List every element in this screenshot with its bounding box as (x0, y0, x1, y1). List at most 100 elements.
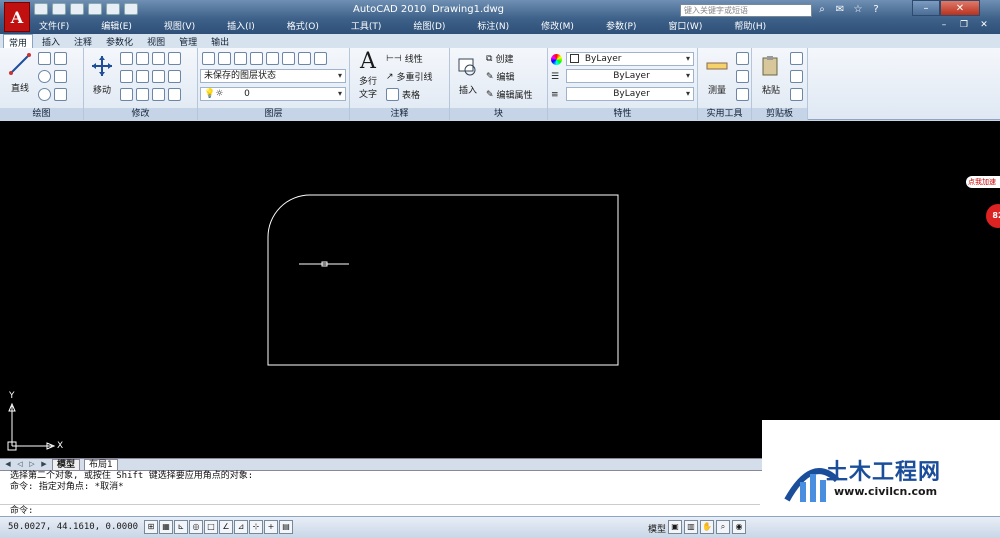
quick-view-layouts-icon[interactable]: ▣ (668, 520, 682, 534)
measure-button[interactable]: 测量 (702, 54, 732, 96)
menu-file[interactable]: 文件(F) (34, 19, 74, 32)
menu-modify[interactable]: 修改(M) (536, 19, 579, 32)
color-dropdown[interactable]: ByLayer (566, 52, 694, 66)
mirror-icon[interactable] (136, 70, 149, 83)
binoculars-icon[interactable]: ⌕ (815, 3, 829, 16)
menu-window[interactable]: 窗口(W) (663, 19, 707, 32)
tab-output[interactable]: 输出 (206, 34, 234, 48)
ducs-icon[interactable]: ⊿ (234, 520, 248, 534)
match-properties-icon[interactable] (790, 88, 803, 101)
menu-tools[interactable]: 工具(T) (346, 19, 387, 32)
layer-freeze-icon[interactable] (282, 52, 295, 65)
print-icon[interactable] (124, 3, 138, 15)
last-tab-icon[interactable]: ▶ (40, 460, 48, 469)
otrack-icon[interactable]: ∠ (219, 520, 233, 534)
linear-dim-button[interactable]: ⊢⊣ 线性 (386, 52, 423, 66)
offset-icon[interactable] (152, 88, 165, 101)
explode-icon[interactable] (168, 70, 181, 83)
menu-draw[interactable]: 绘图(D) (408, 19, 450, 32)
tab-layout1[interactable]: 布局1 (84, 458, 118, 471)
menu-format[interactable]: 格式(O) (282, 19, 324, 32)
linetype-dropdown[interactable]: ByLayer (566, 69, 694, 83)
tab-annotate[interactable]: 注释 (69, 34, 97, 48)
extend-icon[interactable] (168, 88, 181, 101)
panel-title-block[interactable]: 块 (450, 108, 547, 120)
table-button[interactable]: 表格 (386, 88, 420, 101)
hatch-icon[interactable] (54, 88, 67, 101)
id-point-icon[interactable] (736, 70, 749, 83)
move-button[interactable]: 移动 (88, 54, 116, 96)
layer-match-icon[interactable] (314, 52, 327, 65)
erase-icon[interactable] (168, 52, 181, 65)
menu-view[interactable]: 视图(V) (159, 19, 200, 32)
lineweight-toggle-icon[interactable]: + (264, 520, 278, 534)
copy-clip-icon[interactable] (790, 70, 803, 83)
open-file-icon[interactable] (52, 3, 66, 15)
edit-attrib-button[interactable]: ✎ 编辑属性 (486, 88, 533, 102)
menu-help[interactable]: 帮助(H) (729, 19, 771, 32)
current-layer-dropdown[interactable]: 💡☼ 0 (200, 87, 346, 101)
rotate-icon[interactable] (120, 52, 133, 65)
panel-title-modify[interactable]: 修改 (84, 108, 197, 120)
polyline-icon[interactable] (38, 52, 51, 65)
steering-wheel-icon[interactable]: ◉ (732, 520, 746, 534)
scale-icon[interactable] (120, 70, 133, 83)
close-icon[interactable]: ✕ (940, 0, 980, 16)
snap-icon[interactable]: ⊞ (144, 520, 158, 534)
menu-edit[interactable]: 编辑(E) (96, 19, 137, 32)
line-button[interactable]: 直线 (6, 52, 34, 94)
layer-lock-icon[interactable] (298, 52, 311, 65)
arc-icon[interactable] (54, 52, 67, 65)
doc-close-icon[interactable]: ✕ (974, 19, 994, 31)
menu-parametric[interactable]: 参数(P) (601, 19, 641, 32)
speed-badge[interactable]: 点我加速 82 (966, 176, 1000, 228)
paste-button[interactable]: 粘贴 (756, 54, 786, 96)
multileader-button[interactable]: ↗ 多重引线 (386, 70, 433, 84)
favorites-star-icon[interactable]: ☆ (851, 3, 865, 16)
zoom-icon[interactable]: ⌕ (716, 520, 730, 534)
panel-title-properties[interactable]: 特性 (548, 108, 697, 120)
quick-view-drawings-icon[interactable]: ▥ (684, 520, 698, 534)
panel-title-layers[interactable]: 图层 (198, 108, 349, 120)
panel-title-annotation[interactable]: 注释 (350, 108, 449, 120)
prev-tab-icon[interactable]: ◁ (16, 460, 24, 469)
array-icon[interactable] (136, 88, 149, 101)
trim-icon[interactable] (136, 52, 149, 65)
first-tab-icon[interactable]: ◀ (4, 460, 12, 469)
layer-state-icon[interactable] (218, 52, 231, 65)
layer-properties-icon[interactable] (202, 52, 215, 65)
tab-model[interactable]: 模型 (52, 458, 81, 471)
new-file-icon[interactable] (34, 3, 48, 15)
layer-state-dropdown[interactable]: 未保存的图层状态 (200, 69, 346, 83)
lineweight-dropdown[interactable]: ByLayer (566, 87, 694, 101)
panel-title-clipboard[interactable]: 剪贴板 (752, 108, 807, 120)
cut-icon[interactable] (790, 52, 803, 65)
fillet-icon[interactable] (152, 70, 165, 83)
redo-icon[interactable] (106, 3, 120, 15)
app-menu-button[interactable]: A (4, 2, 30, 32)
next-tab-icon[interactable]: ▷ (28, 460, 36, 469)
tab-parametric[interactable]: 参数化 (101, 34, 138, 48)
menu-insert[interactable]: 插入(I) (222, 19, 260, 32)
create-block-button[interactable]: ⧉ 创建 (486, 52, 513, 66)
insert-block-button[interactable]: 插入 (454, 54, 482, 96)
osnap-icon[interactable]: □ (204, 520, 218, 534)
undo-icon[interactable] (88, 3, 102, 15)
search-input[interactable]: 键入关键字或短语 (680, 4, 812, 17)
rectangle-icon[interactable] (54, 70, 67, 83)
communication-center-icon[interactable]: ✉ (833, 3, 847, 16)
panel-title-utilities[interactable]: 实用工具 (698, 108, 751, 120)
coordinate-readout[interactable]: 50.0027, 44.1610, 0.0000 (8, 522, 138, 532)
calculator-icon[interactable] (736, 88, 749, 101)
tab-home[interactable]: 常用 (3, 34, 34, 49)
help-icon[interactable]: ? (869, 3, 883, 16)
mtext-button[interactable]: A 多行 文字 (354, 50, 382, 101)
copy-icon[interactable] (152, 52, 165, 65)
edit-block-button[interactable]: ✎ 编辑 (486, 70, 515, 84)
quick-properties-icon[interactable]: ▤ (279, 520, 293, 534)
minimize-icon[interactable]: – (912, 0, 940, 16)
grid-icon[interactable]: ▦ (159, 520, 173, 534)
doc-restore-icon[interactable]: ❐ (954, 19, 974, 31)
circle-icon[interactable] (38, 70, 51, 83)
pan-icon[interactable]: ✋ (700, 520, 714, 534)
